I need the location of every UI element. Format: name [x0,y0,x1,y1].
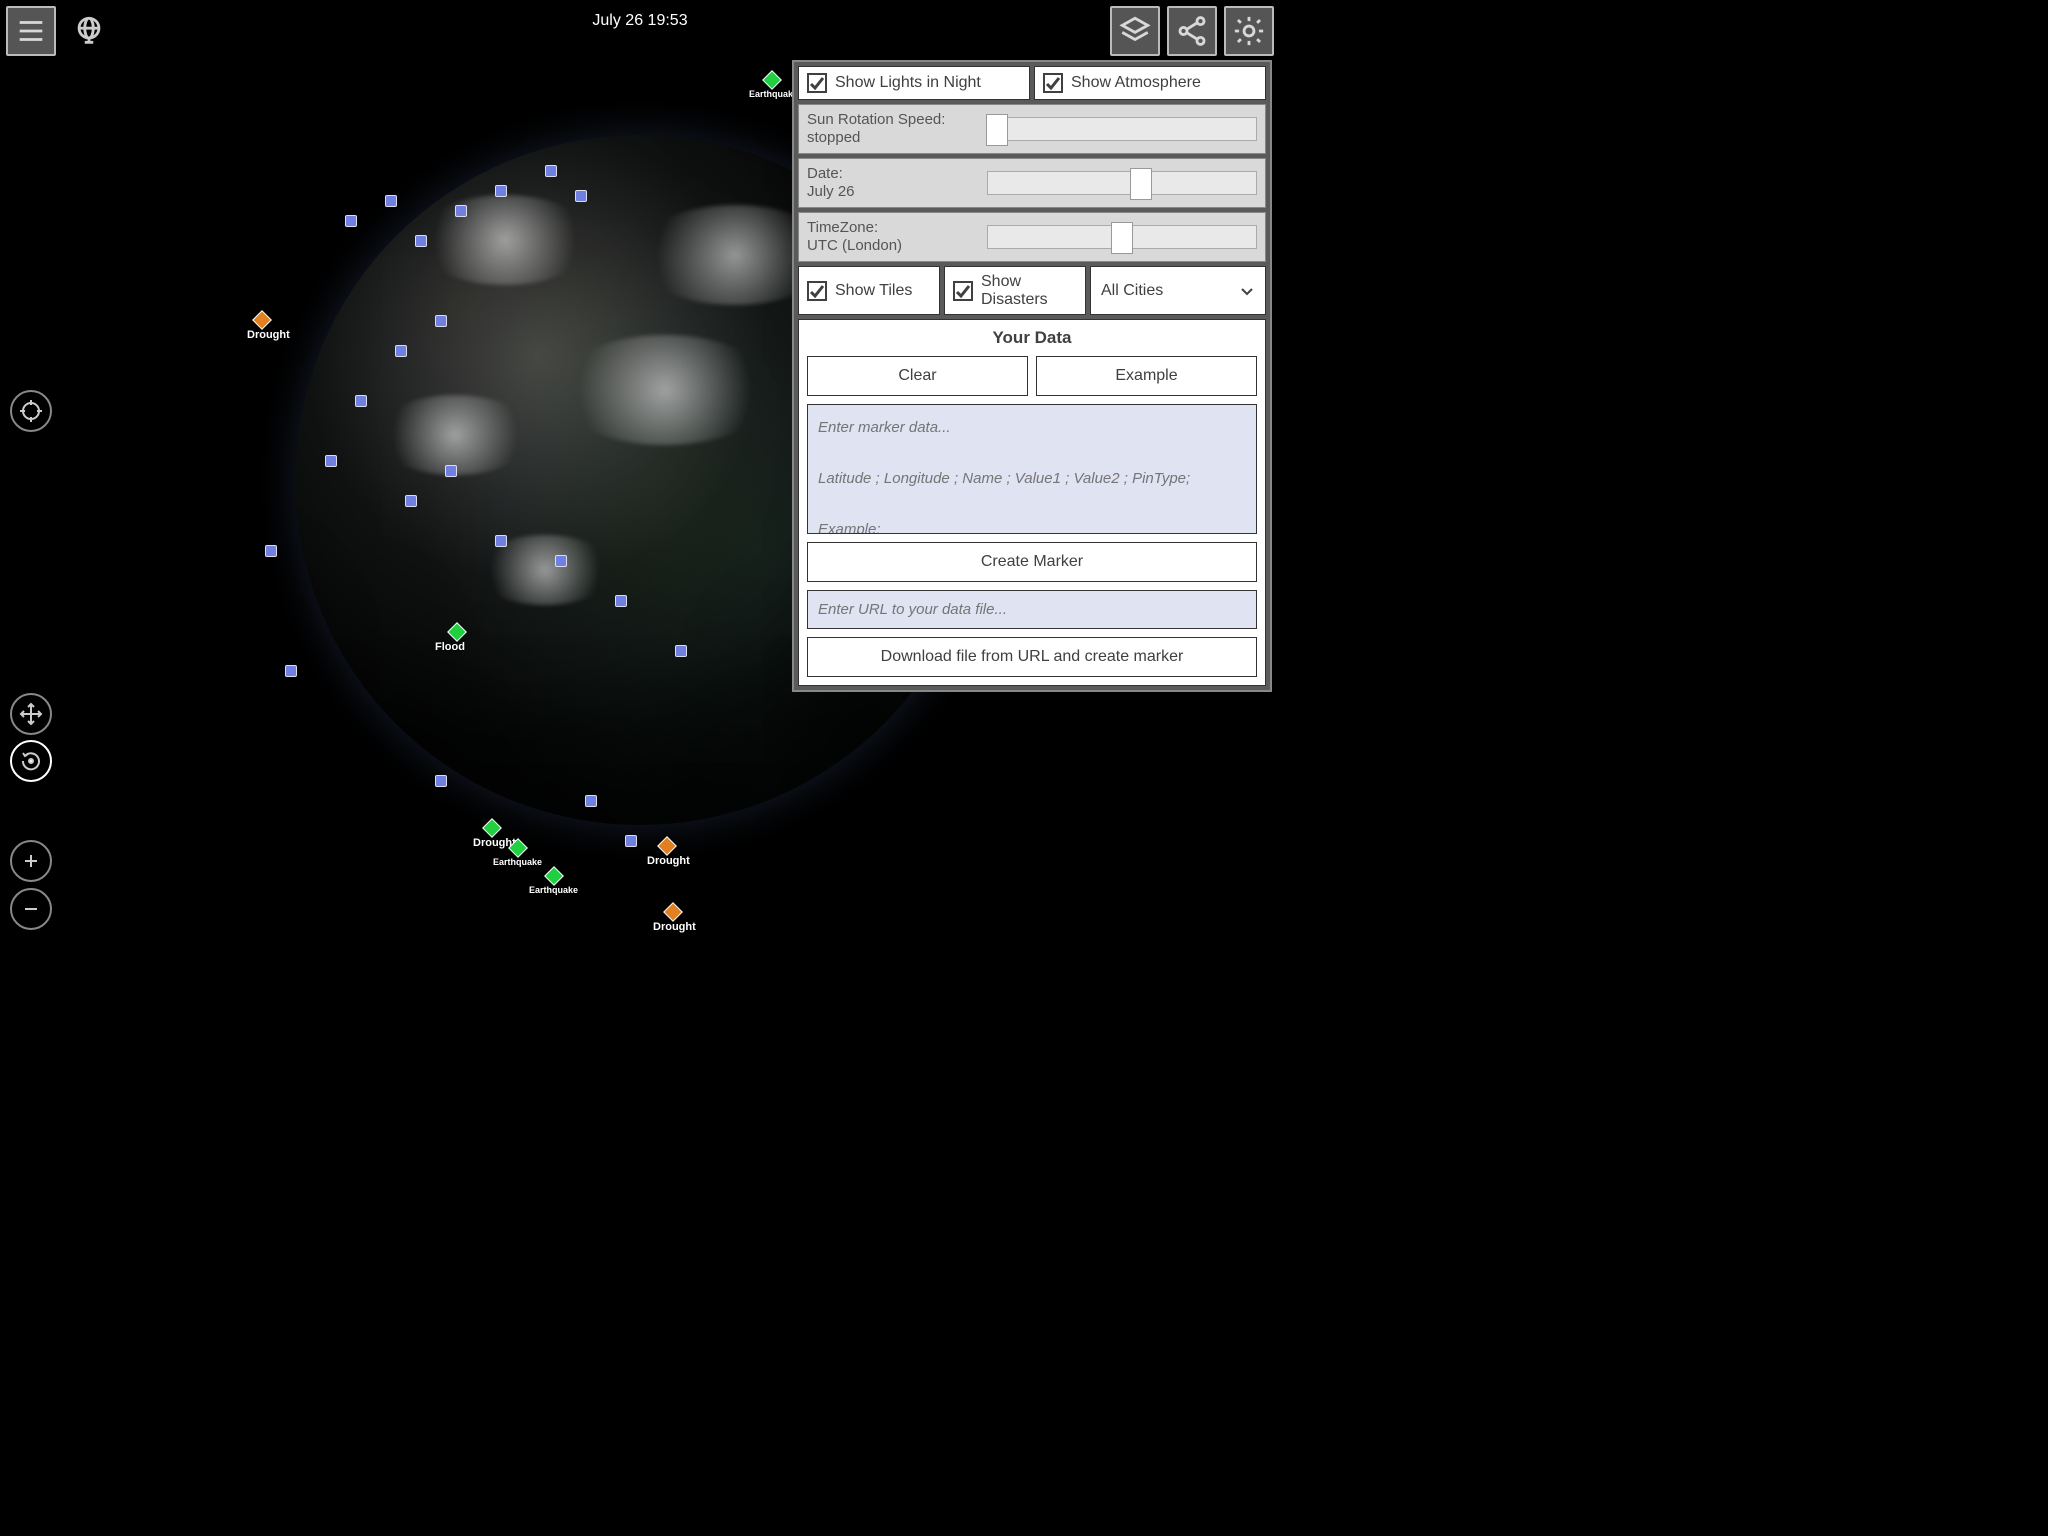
disaster-pin [762,70,782,90]
select-value: All Cities [1101,282,1163,300]
share-icon [1175,14,1209,48]
menu-icon [14,14,48,48]
show-atmosphere-checkbox[interactable]: Show Atmosphere [1034,66,1266,100]
move-icon [19,702,43,726]
checkbox-icon [807,281,827,301]
disaster-pin [544,866,564,886]
marker-data-input[interactable] [807,404,1257,534]
disaster-pin [657,836,677,856]
disaster-pin [252,310,272,330]
cities-select[interactable]: All Cities [1090,266,1266,315]
sun-speed-row: Sun Rotation Speed: stopped [798,104,1266,154]
timezone-slider[interactable] [987,225,1257,249]
center-button[interactable] [10,390,52,432]
download-url-button[interactable]: Download file from URL and create marker [807,637,1257,677]
disaster-label: Earthquake [493,857,542,867]
checkbox-icon [807,73,827,93]
timezone-label: TimeZone: UTC (London) [807,219,977,255]
disaster-label: Drought [647,855,690,867]
gear-icon [1232,14,1266,48]
checkbox-icon [953,281,973,301]
disaster-label: Earthquake [749,89,798,99]
disaster-label: Drought [653,921,696,933]
checkbox-label: Show Disasters [981,273,1077,308]
share-button[interactable] [1167,6,1217,56]
date-slider[interactable] [987,171,1257,195]
checkbox-label: Show Lights in Night [835,74,981,92]
disaster-label: Drought [473,837,516,849]
sun-speed-slider[interactable] [987,117,1257,141]
date-row: Date: July 26 [798,158,1266,208]
show-disasters-checkbox[interactable]: Show Disasters [944,266,1086,315]
checkbox-icon [1043,73,1063,93]
disaster-label: Drought [247,329,290,341]
data-url-input[interactable] [807,590,1257,629]
chevron-down-icon [1239,283,1255,299]
globe-icon [72,14,106,48]
create-marker-button[interactable]: Create Marker [807,542,1257,582]
timezone-row: TimeZone: UTC (London) [798,212,1266,262]
settings-panel: Show Lights in Night Show Atmosphere Sun… [792,60,1272,692]
crosshair-icon [19,399,43,423]
disaster-pin [508,838,528,858]
your-data-section: Your Data Clear Example Create Marker Do… [798,319,1266,686]
datetime-label: July 26 19:53 [592,12,687,30]
your-data-title: Your Data [807,328,1257,348]
menu-button[interactable] [6,6,56,56]
minus-icon [19,897,43,921]
checkbox-label: Show Atmosphere [1071,74,1201,92]
example-button[interactable]: Example [1036,356,1257,396]
clear-button[interactable]: Clear [807,356,1028,396]
date-label: Date: July 26 [807,165,977,201]
rotate-icon [19,749,43,773]
zoom-out-button[interactable] [10,888,52,930]
globe-mode-button[interactable] [64,6,114,56]
pan-button[interactable] [10,693,52,735]
settings-button[interactable] [1224,6,1274,56]
disaster-pin [663,902,683,922]
show-tiles-checkbox[interactable]: Show Tiles [798,266,940,315]
sun-speed-label: Sun Rotation Speed: stopped [807,111,977,147]
rotate-button[interactable] [10,740,52,782]
checkbox-label: Show Tiles [835,282,912,300]
zoom-in-button[interactable] [10,840,52,882]
disaster-pin [482,818,502,838]
plus-icon [19,849,43,873]
layers-icon [1118,14,1152,48]
disaster-label: Earthquake [529,885,578,895]
layers-button[interactable] [1110,6,1160,56]
show-lights-checkbox[interactable]: Show Lights in Night [798,66,1030,100]
